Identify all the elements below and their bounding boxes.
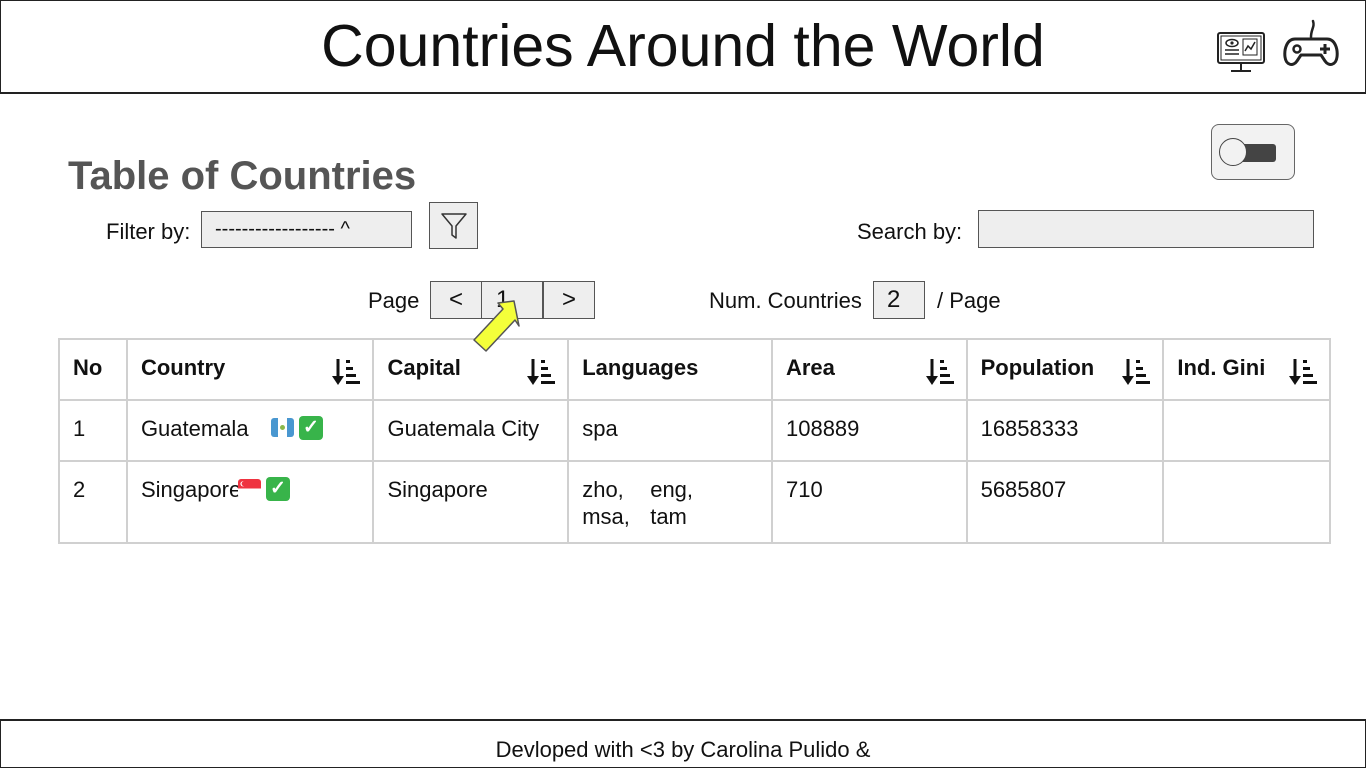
pointer-arrow-icon	[473, 300, 520, 352]
country-name: Guatemala	[140, 416, 249, 441]
cell-country: Singapore ✓	[125, 460, 375, 544]
col-header-country: Country	[125, 338, 375, 401]
language-code: tam	[650, 504, 687, 529]
col-header-area: Area	[770, 338, 968, 401]
cell-population: 5685807	[965, 460, 1165, 544]
flag-singapore-icon	[237, 479, 261, 498]
cell-population: 16858333	[965, 399, 1165, 462]
country-name: Singapore	[140, 477, 242, 502]
cell-no: 2	[58, 460, 128, 544]
theme-toggle[interactable]	[1211, 124, 1295, 180]
table-header-row: No Country Capital Languages Area Popula…	[58, 338, 1331, 401]
countries-table: No Country Capital Languages Area Popula…	[58, 338, 1331, 544]
per-page-suffix: / Page	[937, 288, 1001, 313]
check-mark-icon: ✓	[265, 477, 290, 501]
app-header: Countries Around the World	[0, 0, 1366, 94]
cell-gini	[1162, 460, 1331, 544]
cell-languages: zho, eng, msa, tam	[567, 460, 773, 544]
filter-select[interactable]: ------------------ ^	[201, 211, 412, 248]
app-footer: Devloped with <3 by Carolina Pulido &	[0, 719, 1366, 768]
col-header-languages: Languages	[567, 338, 773, 401]
cell-gini	[1162, 399, 1331, 462]
cell-capital: Guatemala City	[372, 399, 570, 462]
cell-no: 1	[58, 399, 128, 462]
cell-languages: spa	[567, 399, 773, 462]
sort-descending-icon[interactable]	[332, 357, 362, 387]
sort-descending-icon[interactable]	[1289, 357, 1319, 387]
section-title: Table of Countries	[68, 154, 417, 198]
flag-guatemala-icon	[270, 418, 294, 437]
page-label: Page	[368, 288, 420, 313]
check-mark-icon: ✓	[298, 416, 323, 440]
filter-label: Filter by:	[106, 219, 191, 244]
cell-country: Guatemala ✓	[125, 399, 375, 462]
table-row[interactable]: 1 Guatemala ✓ Guatemala City spa 108889 …	[58, 399, 1331, 462]
header-label: Area	[785, 355, 835, 380]
filter-button[interactable]	[429, 202, 478, 249]
per-page-input[interactable]: 2	[873, 281, 925, 319]
header-label: Ind. Gini	[1177, 355, 1266, 380]
language-code: msa,	[582, 504, 630, 529]
language-code: eng,	[650, 477, 694, 502]
funnel-icon	[440, 212, 467, 239]
header-label: Country	[140, 355, 226, 380]
monitor-eye-chart-icon[interactable]	[1215, 31, 1267, 75]
sort-descending-icon[interactable]	[925, 357, 956, 387]
col-header-population: Population	[965, 338, 1165, 401]
col-header-no: No	[58, 338, 128, 401]
footer-credit: Devloped with <3 by Carolina Pulido &	[495, 737, 871, 762]
search-input[interactable]	[978, 210, 1314, 248]
toggle-knob	[1219, 138, 1247, 166]
cell-area: 108889	[770, 399, 968, 462]
gamepad-icon[interactable]	[1283, 19, 1339, 69]
search-label: Search by:	[857, 219, 963, 244]
header-label: Capital	[387, 355, 461, 380]
cell-area: 710	[770, 460, 968, 544]
language-code: spa	[582, 416, 618, 441]
header-label: Languages	[582, 355, 699, 380]
sort-descending-icon[interactable]	[1122, 357, 1152, 387]
cell-capital: Singapore	[372, 460, 570, 544]
table-row[interactable]: 2 Singapore ✓ Singapore zho, eng, msa, t…	[58, 460, 1331, 544]
header-label: No	[73, 355, 103, 380]
num-countries-label: Num. Countries	[709, 288, 862, 313]
col-header-gini: Ind. Gini	[1162, 338, 1331, 401]
language-code: zho,	[582, 477, 624, 502]
sort-descending-icon[interactable]	[527, 357, 557, 387]
app-title: Countries Around the World	[321, 13, 1045, 79]
next-page-button[interactable]: >	[543, 281, 595, 319]
header-label: Population	[980, 355, 1095, 380]
